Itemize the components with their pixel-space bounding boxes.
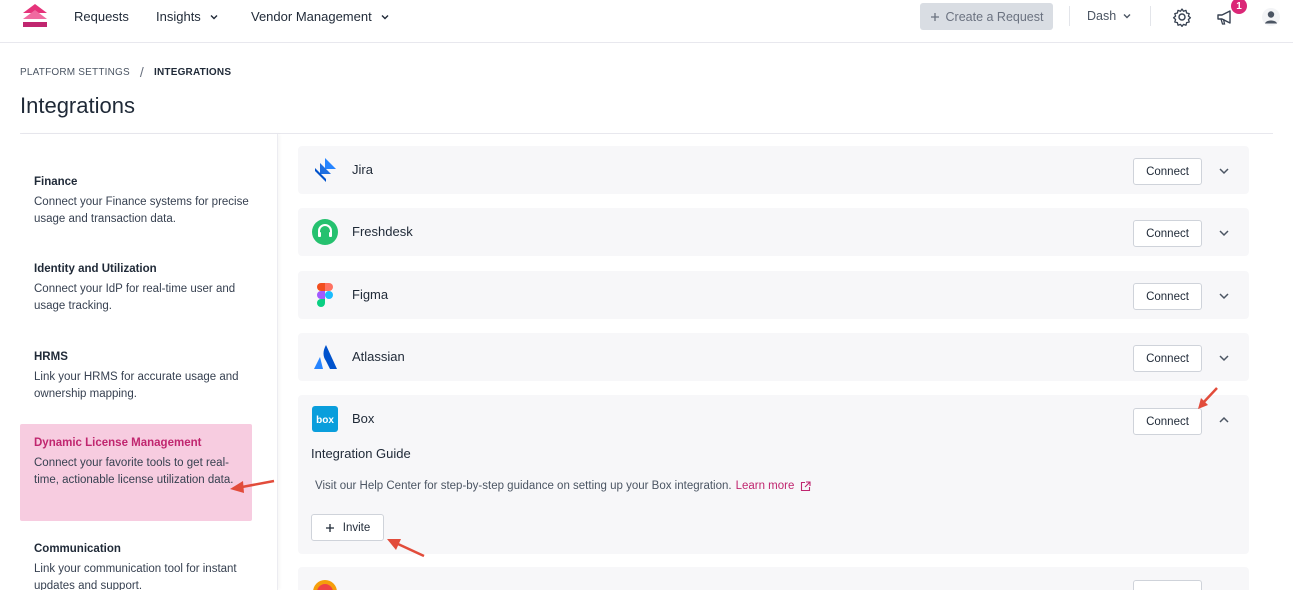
notification-badge: 1 <box>1231 0 1247 14</box>
learn-more-label: Learn more <box>735 480 795 492</box>
sidebar-item-description: Link your communication tool for instant… <box>34 563 237 590</box>
workspace-dropdown[interactable]: Dash <box>1087 9 1132 23</box>
connect-button[interactable]: Connect <box>1133 345 1202 372</box>
divider <box>1150 6 1151 26</box>
sidebar-item-heading: Finance <box>34 176 78 188</box>
nav-item-insights[interactable]: Insights <box>156 9 219 24</box>
invite-label: Invite <box>342 521 371 534</box>
nav-item-label: Vendor Management <box>251 9 372 24</box>
user-icon[interactable] <box>1261 7 1281 27</box>
annotation-arrow-icon <box>387 539 425 558</box>
integration-card-figma: Figma Connect <box>298 271 1249 319</box>
breadcrumb-separator: / <box>139 64 144 80</box>
create-request-label: Create a Request <box>945 9 1044 24</box>
sidebar-item-dynamic-license-management[interactable]: Dynamic License Management Connect your … <box>20 424 252 521</box>
external-link-icon <box>801 480 811 491</box>
plus-icon <box>930 12 939 21</box>
integration-guide-title: Integration Guide <box>311 446 411 461</box>
connect-button[interactable]: Connect <box>1133 408 1202 435</box>
connect-button[interactable]: Connect <box>1133 220 1202 247</box>
learn-more-link[interactable]: Learn more <box>736 480 812 492</box>
nav-item-requests[interactable]: Requests <box>74 9 129 24</box>
invite-button[interactable]: Invite <box>311 514 384 541</box>
plus-icon <box>325 523 334 532</box>
connect-button[interactable]: Connect <box>1133 283 1202 310</box>
chevron-down-icon[interactable] <box>1217 164 1231 178</box>
integration-name: Figma <box>352 287 389 302</box>
category-sidebar: Finance Connect your Finance systems for… <box>20 134 278 590</box>
sidebar-item-heading: Dynamic License Management <box>34 437 202 449</box>
integration-card-atlassian: Atlassian Connect <box>298 333 1249 381</box>
chevron-down-icon[interactable] <box>1217 351 1231 365</box>
chevron-down-icon <box>210 14 218 19</box>
guide-description: Visit our Help Center for step-by-step g… <box>315 480 732 492</box>
connect-button[interactable]: Connect <box>1133 158 1202 185</box>
sidebar-item-identity[interactable]: Identity and Utilization Connect your Id… <box>20 263 252 315</box>
nav-item-vendor-management[interactable]: Vendor Management <box>251 9 390 24</box>
integration-name: Freshdesk <box>352 224 413 239</box>
svg-text:box: box <box>316 415 334 426</box>
box-icon: box <box>312 406 338 432</box>
chevron-down-icon <box>381 14 389 19</box>
integration-card-partial <box>298 567 1249 590</box>
sidebar-item-description: Connect your favorite tools to get real-… <box>34 457 234 486</box>
logo-icon[interactable] <box>22 3 48 29</box>
integration-name: Box <box>352 411 375 426</box>
chevron-up-icon[interactable] <box>1217 413 1231 427</box>
freshdesk-icon <box>312 219 338 245</box>
atlassian-icon <box>314 345 337 369</box>
integration-guide-text: Visit our Help Center for step-by-step g… <box>315 480 811 492</box>
sidebar-item-communication[interactable]: Communication Link your communication to… <box>20 543 252 590</box>
sidebar-item-hrms[interactable]: HRMS Link your HRMS for accurate usage a… <box>20 351 252 403</box>
sidebar-item-description: Connect your Finance systems for precise… <box>34 196 249 225</box>
integration-name: Jira <box>352 162 373 177</box>
app-icon <box>313 580 337 590</box>
breadcrumb-parent[interactable]: PLATFORM SETTINGS <box>20 67 130 78</box>
sidebar-item-finance[interactable]: Finance Connect your Finance systems for… <box>20 176 252 228</box>
sidebar-item-heading: Identity and Utilization <box>34 263 157 275</box>
annotation-arrow-icon <box>230 479 275 493</box>
gear-icon[interactable] <box>1172 7 1192 27</box>
integration-name: Atlassian <box>352 349 405 364</box>
sidebar-item-description: Link your HRMS for accurate usage and ow… <box>34 371 239 400</box>
workspace-label: Dash <box>1087 9 1117 23</box>
jira-icon <box>315 158 336 182</box>
figma-icon <box>317 283 333 307</box>
create-request-button[interactable]: Create a Request <box>920 3 1053 30</box>
page-title: Integrations <box>20 93 135 118</box>
sidebar-item-description: Connect your IdP for real-time user and … <box>34 283 236 312</box>
annotation-arrow-icon <box>1198 387 1218 409</box>
nav-item-label: Requests <box>74 9 129 24</box>
divider <box>1069 6 1070 26</box>
chevron-down-icon[interactable] <box>1217 289 1231 303</box>
top-navigation: Requests Insights Vendor Management Crea… <box>0 0 1293 43</box>
chevron-down-icon <box>1123 14 1131 19</box>
sidebar-item-heading: HRMS <box>34 351 68 363</box>
connect-button[interactable] <box>1133 580 1202 590</box>
integration-card-jira: Jira Connect <box>298 146 1249 194</box>
integration-card-freshdesk: Freshdesk Connect <box>298 208 1249 256</box>
chevron-down-icon[interactable] <box>1217 226 1231 240</box>
nav-item-label: Insights <box>156 9 201 24</box>
integration-card-box: box Box Connect Integration Guide Visit … <box>298 395 1249 554</box>
breadcrumb-current: INTEGRATIONS <box>153 66 232 78</box>
sidebar-item-heading: Communication <box>34 543 121 555</box>
breadcrumb: PLATFORM SETTINGS / INTEGRATIONS <box>20 64 231 80</box>
